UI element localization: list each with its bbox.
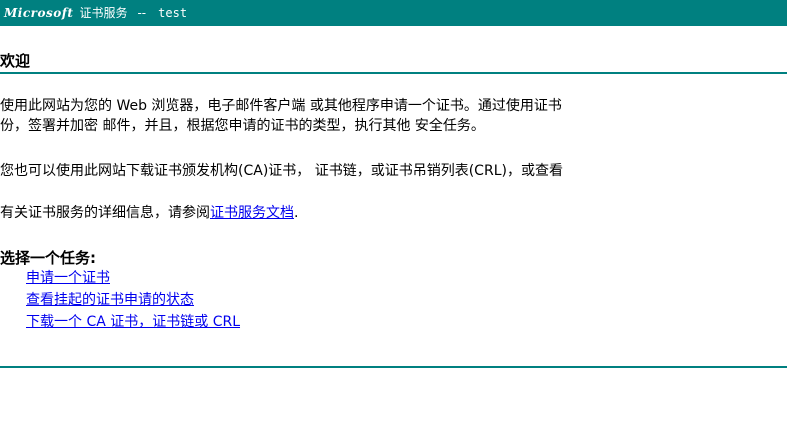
service-name: 证书服务 bbox=[79, 6, 128, 20]
server-name: test bbox=[158, 6, 188, 20]
footer-divider bbox=[0, 366, 787, 368]
docs-paragraph: 有关证书服务的详细信息，请参阅证书服务文档. bbox=[0, 203, 787, 223]
docs-link[interactable]: 证书服务文档 bbox=[210, 205, 294, 221]
intro-line-2: 份，签署并加密 邮件，并且，根据您申请的证书的类型，执行其他 安全任务。 bbox=[0, 118, 485, 134]
docs-prefix: 有关证书服务的详细信息，请参阅 bbox=[0, 205, 210, 221]
microsoft-logo: Microsoft bbox=[4, 6, 74, 20]
intro-line-1: 使用此网站为您的 Web 浏览器，电子邮件客户端 或其他程序申请一个证书。通过使… bbox=[0, 98, 562, 114]
task-list: 申请一个证书 查看挂起的证书申请的状态 下载一个 CA 证书，证书链或 CRL bbox=[26, 267, 240, 333]
intro-paragraph: 使用此网站为您的 Web 浏览器，电子邮件客户端 或其他程序申请一个证书。通过使… bbox=[0, 96, 787, 136]
header-banner: Microsoft 证书服务 -- test bbox=[0, 0, 787, 26]
pending-request-status-link[interactable]: 查看挂起的证书申请的状态 bbox=[26, 292, 194, 308]
download-ca-cert-link[interactable]: 下载一个 CA 证书，证书链或 CRL bbox=[26, 314, 240, 330]
docs-suffix: . bbox=[294, 205, 299, 221]
task-heading: 选择一个任务: bbox=[0, 249, 96, 267]
page-title: 欢迎 bbox=[0, 52, 31, 70]
download-paragraph: 您也可以使用此网站下载证书颁发机构(CA)证书， 证书链，或证书吊销列表(CRL… bbox=[0, 163, 563, 179]
banner-separator: -- bbox=[137, 6, 147, 20]
request-certificate-link[interactable]: 申请一个证书 bbox=[26, 270, 110, 286]
header-divider bbox=[0, 72, 787, 74]
